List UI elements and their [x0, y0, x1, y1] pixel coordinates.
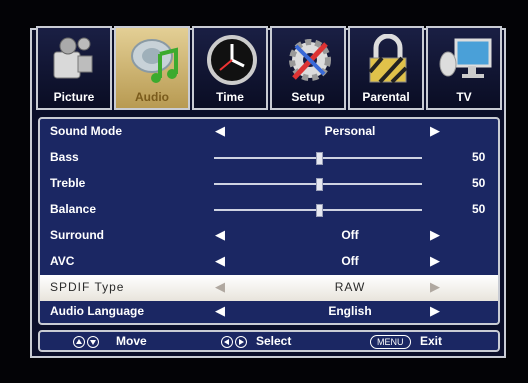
exit-hint: Exit	[420, 334, 443, 348]
move-hint: Move	[116, 334, 147, 348]
bass-row[interactable]: Bass 50	[40, 145, 498, 171]
arrow-right-icon[interactable]: ▶	[430, 279, 440, 295]
arrow-right-icon[interactable]: ▶	[430, 303, 440, 319]
tab-parental[interactable]: Parental	[348, 26, 424, 110]
tab-tv[interactable]: TV	[426, 26, 502, 110]
gear-wrench-icon	[289, 39, 331, 81]
tab-picture[interactable]: Picture	[36, 26, 112, 110]
tab-time[interactable]: Time	[192, 26, 268, 110]
row-label: Balance	[50, 202, 97, 216]
spdif-type-row[interactable]: SPDIF Type ◀ RAW ▶	[40, 275, 498, 301]
arrow-left-icon[interactable]: ◀	[215, 253, 225, 269]
row-value: 50	[472, 202, 486, 216]
music-note-icon	[131, 39, 178, 83]
row-value: 50	[472, 150, 486, 164]
up-down-buttons-icon	[73, 336, 99, 348]
slider-knob[interactable]	[316, 204, 323, 217]
row-label: SPDIF Type	[50, 280, 125, 294]
select-hint: Select	[256, 334, 292, 348]
row-value: RAW	[334, 280, 366, 294]
satellite-monitor-icon	[439, 38, 492, 78]
tab-setup[interactable]: Setup	[270, 26, 346, 110]
camera-icon	[53, 37, 93, 79]
balance-row[interactable]: Balance 50	[40, 197, 498, 223]
slider-knob[interactable]	[316, 178, 323, 191]
tab-label: Parental	[362, 90, 410, 104]
surround-row[interactable]: Surround ◀ Off ▶	[40, 223, 498, 249]
padlock-icon	[368, 34, 408, 84]
row-label: Treble	[50, 176, 86, 190]
treble-row[interactable]: Treble 50	[40, 171, 498, 197]
tab-label: Picture	[53, 90, 95, 104]
row-value: Off	[341, 228, 359, 242]
clock-icon	[207, 35, 257, 85]
arrow-left-icon[interactable]: ◀	[215, 123, 225, 139]
audio-settings-list: Sound Mode ◀ Personal ▶ Bass 50 Treble 5…	[38, 117, 500, 325]
avc-row[interactable]: AVC ◀ Off ▶	[40, 249, 498, 275]
row-value: Off	[341, 254, 359, 268]
sound-mode-row[interactable]: Sound Mode ◀ Personal ▶	[40, 119, 498, 145]
row-label: Surround	[50, 228, 104, 242]
arrow-right-icon[interactable]: ▶	[430, 123, 440, 139]
tab-label: Audio	[135, 90, 169, 104]
menu-key-icon: MENU	[370, 335, 411, 349]
tab-label: TV	[456, 90, 472, 104]
arrow-left-icon[interactable]: ◀	[215, 227, 225, 243]
tab-label: Setup	[291, 90, 325, 104]
arrow-left-icon[interactable]: ◀	[215, 279, 225, 295]
row-value: 50	[472, 176, 486, 190]
arrow-right-icon[interactable]: ▶	[430, 227, 440, 243]
row-label: Audio Language	[50, 304, 144, 318]
arrow-right-icon[interactable]: ▶	[430, 253, 440, 269]
row-value: Personal	[324, 124, 376, 138]
slider-knob[interactable]	[316, 152, 323, 165]
menu-tabs: Picture Audio Time Setup Parental TV	[32, 26, 504, 112]
row-label: AVC	[50, 254, 75, 268]
help-bar: Move Select MENU Exit	[38, 330, 500, 352]
row-value: English	[328, 304, 372, 318]
tab-audio[interactable]: Audio	[114, 26, 190, 110]
tab-label: Time	[216, 90, 244, 104]
row-label: Sound Mode	[50, 124, 122, 138]
audio-language-row[interactable]: Audio Language ◀ English ▶	[40, 299, 498, 325]
left-right-buttons-icon	[221, 336, 247, 348]
row-label: Bass	[50, 150, 79, 164]
arrow-left-icon[interactable]: ◀	[215, 303, 225, 319]
